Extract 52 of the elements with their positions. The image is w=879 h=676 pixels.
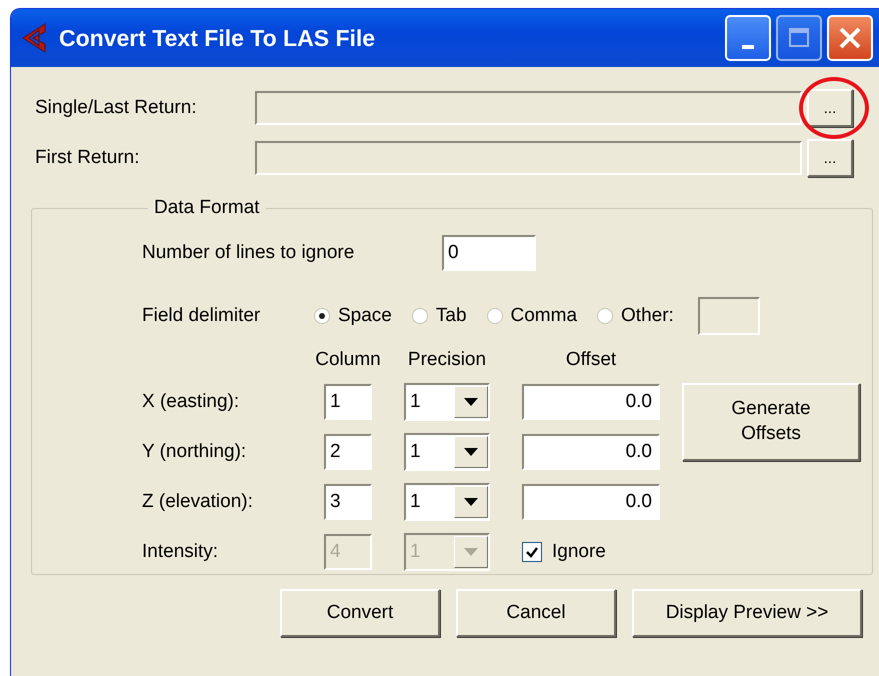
field-label: Single/Last Return:	[34, 97, 198, 119]
radio-label: Tab	[436, 305, 467, 327]
field-label: Z (elevation):	[142, 491, 254, 513]
caret-icon	[464, 398, 478, 406]
dialog-button[interactable]: Display Preview >>	[632, 589, 862, 637]
generate-offsets-button[interactable]: Generate Offsets	[682, 383, 860, 461]
column-header: Offset	[566, 349, 616, 371]
column-header: Precision	[408, 349, 486, 371]
field-label: Intensity:	[142, 541, 220, 563]
column-field[interactable]: 3	[324, 484, 372, 520]
column-field[interactable]: 2	[324, 434, 372, 470]
maximize-button[interactable]	[776, 15, 822, 61]
caret-icon	[464, 498, 478, 506]
close-button[interactable]	[827, 15, 873, 61]
minimize-icon	[742, 45, 754, 49]
radio-button[interactable]	[597, 308, 614, 324]
column-header: Column	[315, 349, 381, 371]
field-label: Field delimiter	[142, 305, 262, 327]
radio-button[interactable]	[486, 308, 503, 324]
caret-icon	[464, 448, 478, 456]
browse-button[interactable]: ...	[807, 89, 853, 127]
dialog-button[interactable]: Convert	[280, 589, 440, 637]
radio-label: Comma	[510, 305, 578, 327]
maximize-icon	[787, 26, 811, 50]
checkmark-icon	[525, 545, 539, 559]
column-field[interactable]: 1	[324, 384, 372, 420]
caret-icon	[464, 548, 478, 556]
browse-button[interactable]: ...	[807, 139, 853, 177]
field-label: First Return:	[34, 147, 141, 169]
field-label: Y (northing):	[142, 441, 248, 463]
radio-label: Other:	[621, 305, 674, 327]
offset-field[interactable]: 0.0	[522, 434, 660, 470]
checkbox-label: Ignore	[552, 541, 606, 563]
other-delimiter-field[interactable]	[698, 297, 760, 335]
offset-field[interactable]: 0.0	[522, 384, 660, 420]
radio-label: Space	[338, 305, 392, 327]
file-path-field[interactable]	[255, 91, 802, 125]
close-icon	[837, 25, 863, 51]
dialog-button[interactable]: Cancel	[456, 589, 616, 637]
minimize-button[interactable]	[725, 15, 771, 61]
window-title: Convert Text File To LAS File	[59, 24, 376, 52]
file-path-field[interactable]	[255, 141, 802, 175]
radio-button[interactable]	[412, 308, 428, 324]
precision-dropdown[interactable]: 1	[404, 483, 490, 521]
field-label: X (easting):	[142, 391, 240, 413]
precision-dropdown[interactable]: 1	[404, 383, 490, 421]
radio-button[interactable]	[314, 308, 330, 324]
offset-field[interactable]: 0.0	[522, 484, 660, 520]
field-label: Number of lines to ignore	[142, 242, 356, 264]
lines-to-ignore-field[interactable]: 0	[442, 235, 536, 271]
group-title: Data Format	[153, 197, 261, 219]
precision-dropdown[interactable]: 1	[404, 433, 490, 471]
